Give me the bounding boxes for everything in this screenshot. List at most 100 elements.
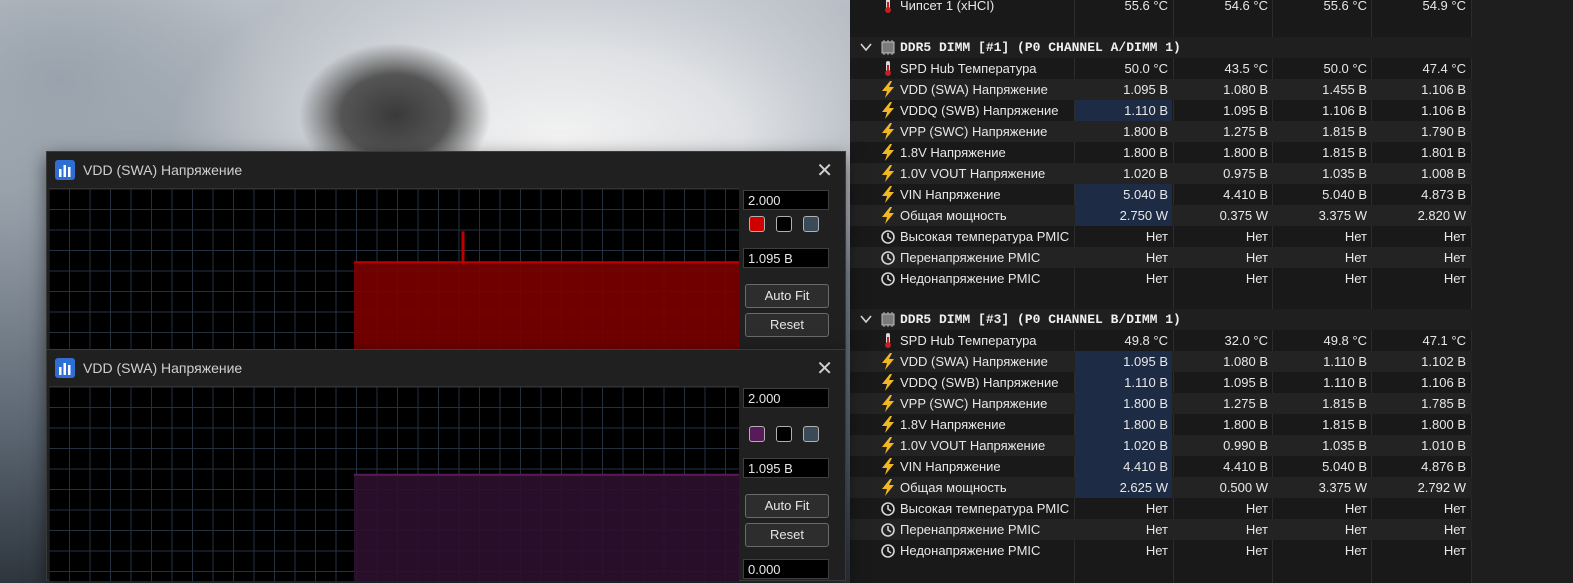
scale-max-field[interactable]: 2.000 <box>743 190 829 210</box>
scale-min-field[interactable]: 0.000 <box>743 559 829 579</box>
sensor-value-max: 1.815 В <box>1322 396 1367 411</box>
sensor-value-current: Нет <box>1145 543 1168 558</box>
graph-canvas <box>49 387 739 581</box>
sensor-row[interactable]: VPP (SWC) Напряжение 1.800 В 1.275 В 1.815 … <box>850 121 1472 142</box>
sensor-value-avg: 1.790 В <box>1421 124 1466 139</box>
sensor-value-current: 1.800 В <box>1075 414 1172 435</box>
sensor-label: Чипсет 1 (xHCI) <box>900 0 995 13</box>
sensor-value-max: Нет <box>1344 522 1367 537</box>
sensor-value-current: 1.800 В <box>1075 393 1172 414</box>
sensor-value-current: 50.0 °C <box>1124 61 1168 76</box>
sensor-row[interactable]: VPP (SWC) Напряжение 1.800 В 1.275 В 1.815 … <box>850 393 1472 414</box>
sensor-value-current: Нет <box>1145 522 1168 537</box>
chevron-down-icon[interactable] <box>858 311 874 327</box>
sensor-row[interactable]: VDD (SWA) Напряжение 1.095 В 1.080 В 1.455 … <box>850 79 1472 100</box>
current-value-field: 1.095 В <box>743 458 829 478</box>
sensor-row[interactable]: VDD (SWA) Напряжение 1.095 В 1.080 В 1.110 … <box>850 351 1472 372</box>
clock-icon <box>881 272 895 286</box>
sensor-row[interactable]: VIN Напряжение 5.040 В 4.410 В 5.040 В 4.873… <box>850 184 1472 205</box>
graph-area-fill <box>354 474 739 581</box>
sensor-value-max: Нет <box>1344 271 1367 286</box>
sensor-value-avg: 4.873 В <box>1421 187 1466 202</box>
sensor-group-header[interactable]: DDR5 DIMM [#3] (P0 CHANNEL B/DIMM 1) <box>850 309 1472 330</box>
sensor-value-min: 1.800 В <box>1223 145 1268 160</box>
sensor-value-current: 1.020 В <box>1123 166 1168 181</box>
sensor-row[interactable]: SPD Hub Температура 49.8 °C 32.0 °C 49.8 °C… <box>850 330 1472 351</box>
sensor-row[interactable]: Высокая температура PMIC Нет Нет Нет Нет <box>850 226 1472 247</box>
sensor-label: 1.0V VOUT Напряжение <box>900 166 1046 181</box>
sensor-label: Высокая температура PMIC <box>900 229 1070 244</box>
sensor-row[interactable]: VDDQ (SWB) Напряжение 1.110 В 1.095 В 1.110… <box>850 372 1472 393</box>
hwinfo-app-icon <box>55 160 75 180</box>
sensor-value-max: 1.110 В <box>1323 375 1367 390</box>
background-color-swatch[interactable] <box>776 426 792 442</box>
sensor-value-avg: 1.800 В <box>1421 417 1466 432</box>
sensor-row-chipset[interactable]: Чипсет 1 (xHCI) 55.6 °C 54.6 °C 55.6 °C … <box>850 0 1472 16</box>
line-color-swatch[interactable] <box>749 426 765 442</box>
scale-max-field[interactable]: 2.000 <box>743 388 829 408</box>
grid-color-swatch[interactable] <box>803 216 819 232</box>
sensor-row[interactable]: 1.8V Напряжение 1.800 В 1.800 В 1.815 В 1.80… <box>850 414 1472 435</box>
sensor-label: 1.8V Напряжение <box>900 417 1006 432</box>
sensor-value-current: 1.110 В <box>1075 100 1172 121</box>
lightning-icon <box>882 416 894 433</box>
sensor-value-avg: Нет <box>1443 501 1466 516</box>
sensor-row[interactable]: 1.0V VOUT Напряжение 1.020 В 0.990 В 1.035 … <box>850 435 1472 456</box>
clock-icon <box>881 523 895 537</box>
memory-chip-icon <box>881 40 895 55</box>
sensor-value-current: 1.800 В <box>1123 124 1168 139</box>
sensor-value-min: 54.6 °C <box>1224 0 1268 13</box>
sensor-row[interactable]: Недонапряжение PMIC Нет Нет Нет Нет <box>850 268 1472 289</box>
sensor-value-min: Нет <box>1245 271 1268 286</box>
sensor-label: Высокая температура PMIC <box>900 501 1070 516</box>
window-titlebar[interactable]: VDD (SWA) Напряжение ✕ <box>47 350 845 386</box>
sensor-row[interactable]: Общая мощность 2.750 W 0.375 W 3.375 W 2.820… <box>850 205 1472 226</box>
window-titlebar[interactable]: VDD (SWA) Напряжение ✕ <box>47 152 845 188</box>
sensor-row[interactable]: VDDQ (SWB) Напряжение 1.110 В 1.095 В 1.106… <box>850 100 1472 121</box>
thermometer-icon <box>885 333 891 348</box>
grid-color-swatch[interactable] <box>803 426 819 442</box>
lightning-icon <box>882 81 894 98</box>
sensor-row[interactable]: Перенапряжение PMIC Нет Нет Нет Нет <box>850 519 1472 540</box>
current-value-field: 1.095 В <box>743 248 829 268</box>
sensor-label: Недонапряжение PMIC <box>900 271 1041 286</box>
sensor-group-header[interactable]: DDR5 DIMM [#1] (P0 CHANNEL A/DIMM 1) <box>850 37 1472 58</box>
graph-area-fill <box>354 262 739 351</box>
line-color-swatch[interactable] <box>749 216 765 232</box>
close-icon[interactable]: ✕ <box>816 356 833 381</box>
chevron-down-icon[interactable] <box>858 39 874 55</box>
graph-canvas <box>49 189 739 351</box>
graph-plot-area <box>49 386 739 581</box>
sensor-value-max: 1.110 В <box>1323 354 1367 369</box>
graph-window-2[interactable]: VDD (SWA) Напряжение ✕ 2.000 1.095 В Aut… <box>46 349 846 581</box>
lightning-icon <box>882 437 894 454</box>
sensor-row[interactable]: Высокая температура PMIC Нет Нет Нет Нет <box>850 498 1472 519</box>
background-color-swatch[interactable] <box>776 216 792 232</box>
sensor-value-avg: Нет <box>1443 543 1466 558</box>
reset-button[interactable]: Reset <box>745 313 829 337</box>
sensor-row[interactable]: 1.0V VOUT Напряжение 1.020 В 0.975 В 1.035 … <box>850 163 1472 184</box>
clock-icon <box>881 544 895 558</box>
sensor-value-current: 4.410 В <box>1075 456 1172 477</box>
sensor-value-max: 1.035 В <box>1322 166 1367 181</box>
thermometer-icon <box>885 0 891 13</box>
close-icon[interactable]: ✕ <box>816 158 833 183</box>
sensor-value-avg: 1.106 В <box>1421 82 1466 97</box>
sensor-value-current: 2.750 W <box>1075 205 1172 226</box>
clock-icon <box>881 230 895 244</box>
sensor-value-current: 1.095 В <box>1075 351 1172 372</box>
sensor-row[interactable]: VIN Напряжение 4.410 В 4.410 В 5.040 В 4.876… <box>850 456 1472 477</box>
sensor-row[interactable]: Недонапряжение PMIC Нет Нет Нет Нет <box>850 540 1472 561</box>
sensor-label: VDD (SWA) Напряжение <box>900 354 1048 369</box>
lightning-icon <box>882 165 894 182</box>
sensor-row[interactable]: Общая мощность 2.625 W 0.500 W 3.375 W 2.792… <box>850 477 1472 498</box>
sensor-row[interactable]: Перенапряжение PMIC Нет Нет Нет Нет <box>850 247 1472 268</box>
lightning-icon <box>882 353 894 370</box>
sensor-value-max: 3.375 W <box>1318 208 1367 223</box>
auto-fit-button[interactable]: Auto Fit <box>745 494 829 518</box>
auto-fit-button[interactable]: Auto Fit <box>745 284 829 308</box>
graph-window-1[interactable]: VDD (SWA) Напряжение ✕ 2.000 1.095 В Aut… <box>46 151 846 351</box>
sensor-row[interactable]: 1.8V Напряжение 1.800 В 1.800 В 1.815 В 1.80… <box>850 142 1472 163</box>
sensor-row[interactable]: SPD Hub Температура 50.0 °C 43.5 °C 50.0 °C… <box>850 58 1472 79</box>
reset-button[interactable]: Reset <box>745 523 829 547</box>
